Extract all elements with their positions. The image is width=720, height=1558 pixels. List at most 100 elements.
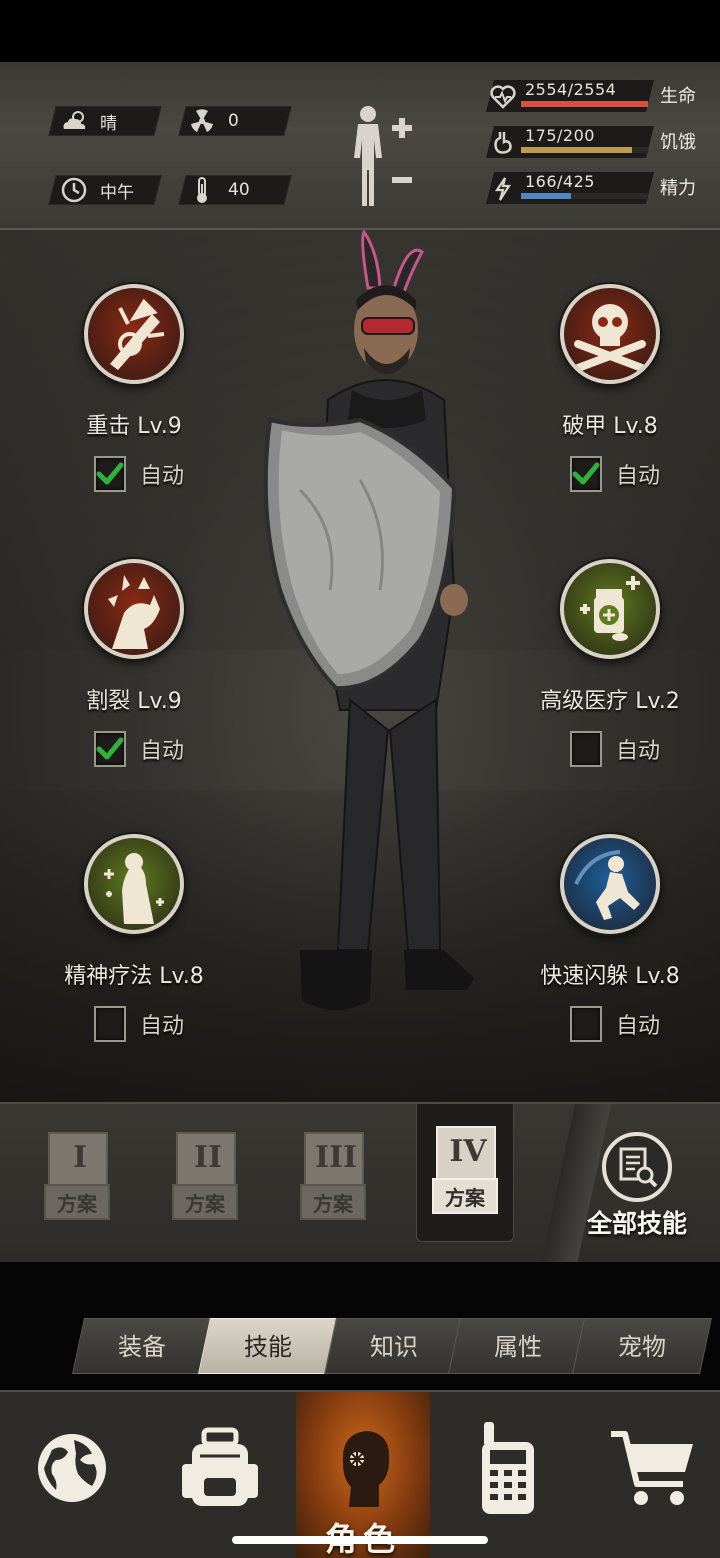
advanced-medical-icon[interactable] bbox=[560, 559, 660, 659]
thermometer-icon bbox=[188, 176, 216, 204]
health-label: 生命 bbox=[660, 86, 696, 107]
auto-checkbox[interactable] bbox=[94, 731, 126, 767]
plan-numeral: II bbox=[193, 1140, 223, 1175]
plan-button-4[interactable]: IV 方案 bbox=[432, 1126, 502, 1218]
skill-mental-therapy-name: 精神疗法 Lv.8 bbox=[64, 964, 204, 989]
time-value: 中午 bbox=[100, 182, 134, 203]
plan-numeral: IV bbox=[449, 1134, 487, 1169]
plan-bar: I 方案 II 方案 III 方案 IV 方案 全部技能 bbox=[0, 1102, 720, 1264]
auto-label: 自动 bbox=[140, 739, 185, 764]
temperature-stat: 40 bbox=[188, 175, 250, 205]
auto-checkbox[interactable] bbox=[94, 456, 126, 492]
plan-label: 方案 bbox=[432, 1178, 498, 1214]
skill-rend-name: 割裂 Lv.9 bbox=[86, 689, 182, 714]
weather-stat: 晴 bbox=[60, 106, 117, 136]
radio-icon bbox=[458, 1418, 558, 1518]
heart-icon bbox=[488, 82, 518, 112]
hunger-fill bbox=[521, 147, 633, 153]
health-fill bbox=[521, 101, 648, 107]
skill-rend-auto[interactable]: 自动 bbox=[94, 731, 184, 767]
auto-label: 自动 bbox=[140, 1014, 185, 1039]
skill-heavy-strike[interactable]: 重击 Lv.9 自动 bbox=[47, 284, 237, 514]
tab-attributes-label: 属性 bbox=[494, 1333, 542, 1361]
temperature-value: 40 bbox=[228, 180, 250, 200]
skill-quick-dodge[interactable]: 快速闪躲 Lv.8 自动 bbox=[523, 834, 713, 1064]
plan-numeral: III bbox=[314, 1140, 358, 1175]
skill-rend[interactable]: 割裂 Lv.9 自动 bbox=[47, 559, 237, 789]
tab-skills-label: 技能 bbox=[244, 1333, 292, 1361]
auto-checkbox[interactable] bbox=[570, 456, 602, 492]
health-value: 2554/2554 bbox=[525, 80, 617, 99]
clock-icon bbox=[60, 176, 88, 204]
radiation-icon bbox=[188, 107, 216, 135]
nav-radio[interactable] bbox=[430, 1392, 580, 1558]
plan-button-1[interactable]: I 方案 bbox=[44, 1132, 114, 1224]
plan-label: 方案 bbox=[172, 1184, 238, 1220]
time-stat: 中午 bbox=[60, 175, 134, 205]
skill-advanced-medical-name: 高级医疗 Lv.2 bbox=[540, 689, 680, 714]
plan-numeral: I bbox=[72, 1140, 88, 1175]
auto-checkbox[interactable] bbox=[94, 1006, 126, 1042]
document-search-icon bbox=[602, 1132, 672, 1202]
skill-armor-break-name: 破甲 Lv.8 bbox=[562, 414, 658, 439]
globe-icon bbox=[22, 1418, 122, 1518]
rend-icon[interactable] bbox=[84, 559, 184, 659]
skill-heavy-strike-name: 重击 Lv.9 bbox=[86, 414, 182, 439]
nav-backpack[interactable] bbox=[146, 1392, 296, 1558]
tab-knowledge-label: 知识 bbox=[370, 1333, 418, 1361]
nav-character[interactable]: 角色 bbox=[296, 1392, 430, 1558]
heavy-strike-icon[interactable] bbox=[84, 284, 184, 384]
bottom-nav: 角色 bbox=[0, 1390, 720, 1558]
skill-heavy-strike-auto[interactable]: 自动 bbox=[94, 456, 184, 492]
weather-value: 晴 bbox=[100, 113, 117, 134]
mental-therapy-icon[interactable] bbox=[84, 834, 184, 934]
skill-advanced-medical-auto[interactable]: 自动 bbox=[570, 731, 660, 767]
tab-equipment-label: 装备 bbox=[118, 1333, 166, 1361]
home-indicator bbox=[232, 1536, 488, 1544]
hunger-label: 饥饿 bbox=[660, 132, 696, 153]
hunger-bar: 175/200 饥饿 bbox=[480, 122, 710, 162]
nav-world[interactable] bbox=[0, 1392, 146, 1558]
skill-advanced-medical[interactable]: 高级医疗 Lv.2 自动 bbox=[523, 559, 713, 789]
plan-button-2[interactable]: II 方案 bbox=[172, 1132, 242, 1224]
stomach-icon bbox=[488, 128, 518, 158]
radiation-stat: 0 bbox=[188, 106, 239, 136]
energy-value: 166/425 bbox=[525, 172, 595, 191]
skill-mental-therapy-auto[interactable]: 自动 bbox=[94, 1006, 184, 1042]
all-skills-label: 全部技能 bbox=[586, 1209, 687, 1238]
skill-armor-break[interactable]: 破甲 Lv.8 自动 bbox=[523, 284, 713, 514]
skill-quick-dodge-name: 快速闪躲 Lv.8 bbox=[540, 964, 680, 989]
quick-dodge-icon[interactable] bbox=[560, 834, 660, 934]
skull-crossbones-icon[interactable] bbox=[560, 284, 660, 384]
skill-mental-therapy[interactable]: 精神疗法 Lv.8 自动 bbox=[47, 834, 237, 1064]
auto-label: 自动 bbox=[616, 464, 661, 489]
plan-label: 方案 bbox=[300, 1184, 366, 1220]
auto-label: 自动 bbox=[140, 464, 185, 489]
body-figure-icon[interactable] bbox=[348, 102, 420, 212]
plan-label: 方案 bbox=[44, 1184, 110, 1220]
hunger-value: 175/200 bbox=[525, 126, 595, 145]
auto-checkbox[interactable] bbox=[570, 731, 602, 767]
auto-label: 自动 bbox=[616, 1014, 661, 1039]
plan-button-3[interactable]: III 方案 bbox=[300, 1132, 370, 1224]
all-skills-button[interactable]: 全部技能 bbox=[582, 1128, 692, 1238]
backpack-icon bbox=[170, 1418, 270, 1518]
character-head-icon bbox=[313, 1418, 413, 1518]
energy-bar: 166/425 精力 bbox=[480, 168, 710, 208]
skill-armor-break-auto[interactable]: 自动 bbox=[570, 456, 660, 492]
energy-label: 精力 bbox=[660, 178, 696, 199]
auto-label: 自动 bbox=[616, 739, 661, 764]
energy-icon bbox=[488, 174, 518, 204]
status-bar bbox=[0, 0, 720, 62]
auto-checkbox[interactable] bbox=[570, 1006, 602, 1042]
status-header: 晴 0 中午 40 2554/2554 生命 175/200 饥饿 166/42… bbox=[0, 62, 720, 230]
radiation-value: 0 bbox=[228, 111, 239, 131]
energy-fill bbox=[521, 193, 571, 199]
tab-pets-label: 宠物 bbox=[618, 1333, 666, 1361]
cloud-sun-icon bbox=[60, 107, 88, 135]
character-scene: 重击 Lv.9 自动 割裂 Lv.9 自动 精神疗法 Lv.8 自动 破甲 Lv… bbox=[0, 230, 720, 1102]
cart-icon bbox=[602, 1418, 702, 1518]
character-illustration bbox=[263, 230, 474, 1010]
nav-shop[interactable] bbox=[580, 1392, 720, 1558]
skill-quick-dodge-auto[interactable]: 自动 bbox=[570, 1006, 660, 1042]
